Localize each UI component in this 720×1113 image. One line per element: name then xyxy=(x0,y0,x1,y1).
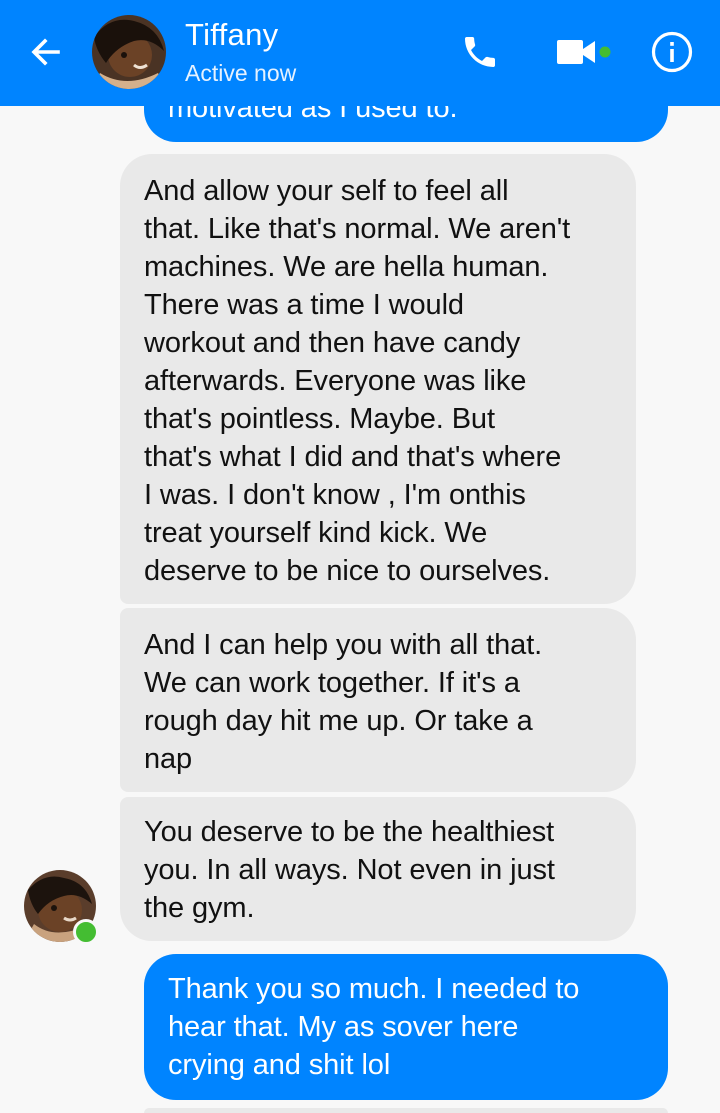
contact-name[interactable]: Tiffany xyxy=(185,16,278,54)
message-text: And allow your self to feel all that. Li… xyxy=(144,175,571,587)
message-bubble-received[interactable]: And allow your self to feel all that. Li… xyxy=(120,154,636,604)
next-message-bubble-edge xyxy=(144,1108,668,1113)
back-button[interactable] xyxy=(22,28,70,76)
conversation-info-button[interactable] xyxy=(648,28,696,76)
arrow-left-icon xyxy=(31,38,60,66)
message-text: And I can help you with all that. We can… xyxy=(144,629,543,775)
video-camera-icon xyxy=(557,40,611,64)
video-call-button[interactable] xyxy=(553,28,617,76)
message-text: Thank you so much. I needed to hear that… xyxy=(168,973,580,1081)
message-bubble-received[interactable]: You deserve to be the healthiest you. In… xyxy=(120,797,636,941)
message-bubble-received[interactable]: And I can help you with all that. We can… xyxy=(120,608,636,792)
message-text: You deserve to be the healthiest you. In… xyxy=(144,816,555,924)
chat-header: Tiffany Active now xyxy=(0,0,720,106)
contact-avatar[interactable] xyxy=(92,15,166,89)
online-status-dot xyxy=(73,919,99,945)
info-icon xyxy=(651,31,693,73)
active-status: Active now xyxy=(185,60,297,86)
avatar-photo xyxy=(92,15,166,89)
phone-icon xyxy=(465,37,495,67)
message-bubble-sent[interactable]: Thank you so much. I needed to hear that… xyxy=(144,954,668,1100)
voice-call-button[interactable] xyxy=(455,28,505,76)
